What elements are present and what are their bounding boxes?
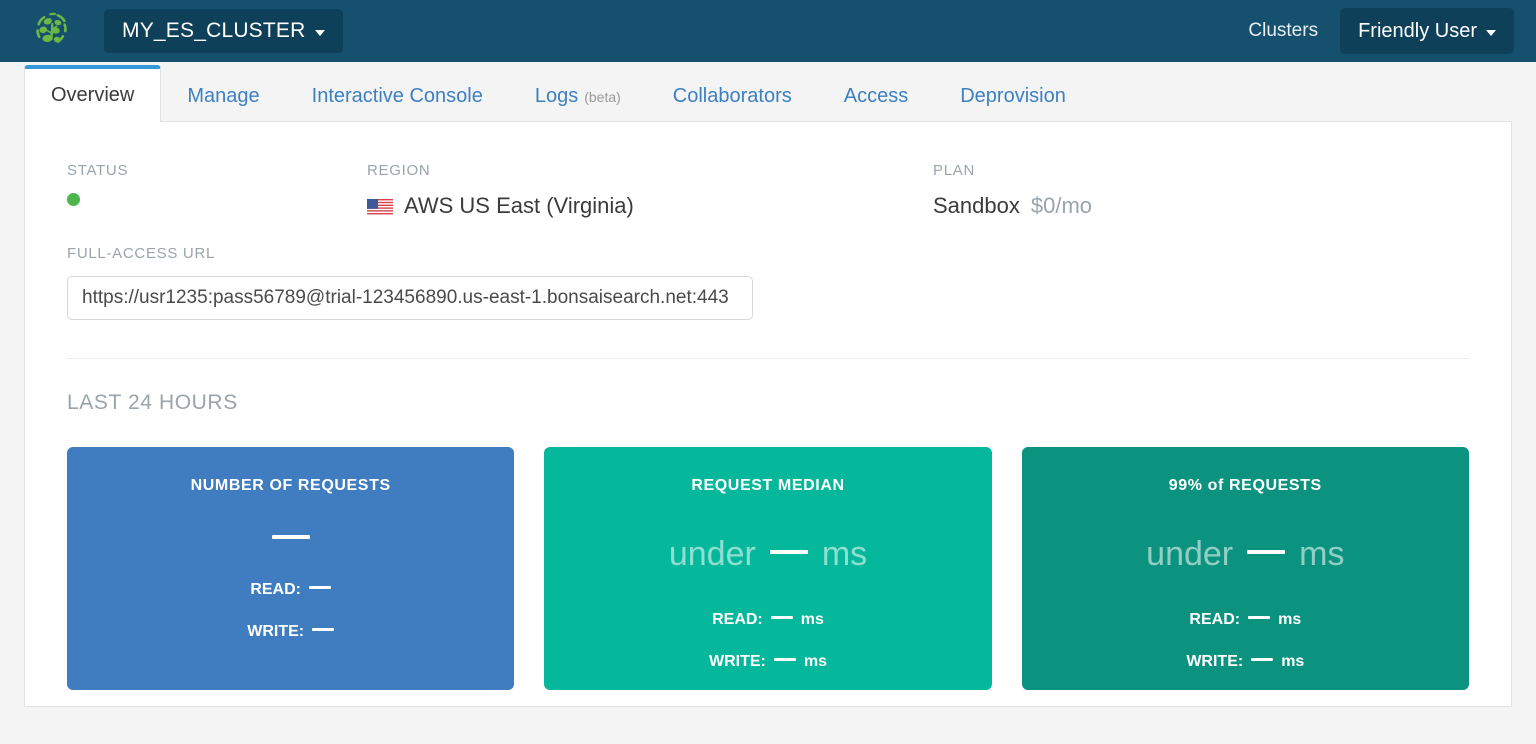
card-read-value-dash xyxy=(771,616,793,619)
metric-card-request-median: REQUEST MEDIAN under ms READ: ms WRITE: … xyxy=(544,447,991,690)
tab-manage-label: Manage xyxy=(187,85,259,108)
tab-manage[interactable]: Manage xyxy=(161,70,285,122)
card-write-row: WRITE: xyxy=(67,623,514,641)
region-block: REGION xyxy=(367,162,933,219)
card-main-prefix: under xyxy=(1146,537,1233,571)
plan-label: PLAN xyxy=(933,162,1092,179)
tab-interactive-console-label: Interactive Console xyxy=(312,85,483,108)
tab-bar: Overview Manage Interactive Console Logs… xyxy=(0,62,1536,122)
cluster-selector-label: MY_ES_CLUSTER xyxy=(122,19,306,43)
card-title: 99% of REQUESTS xyxy=(1022,477,1469,495)
tab-collaborators-label: Collaborators xyxy=(673,85,792,108)
last-24-hours-label: LAST 24 HOURS xyxy=(67,391,1469,415)
card-write-label: WRITE: xyxy=(709,653,766,671)
tab-deprovision-label: Deprovision xyxy=(960,85,1066,108)
card-main-value-row: under ms xyxy=(544,537,991,571)
card-read-label: READ: xyxy=(712,611,763,629)
overview-panel: STATUS REGION xyxy=(24,121,1512,707)
card-write-row: WRITE: ms xyxy=(1022,653,1469,671)
card-read-unit: ms xyxy=(801,611,824,629)
tab-logs-label: Logs xyxy=(535,85,578,108)
card-read-label: READ: xyxy=(1189,611,1240,629)
green-status-dot-icon xyxy=(67,193,80,206)
tab-overview-label: Overview xyxy=(51,84,134,107)
status-block: STATUS xyxy=(67,162,367,206)
plan-block: PLAN Sandbox $0/mo xyxy=(933,162,1092,219)
card-read-value-dash xyxy=(1248,616,1270,619)
card-read-row: READ: xyxy=(67,581,514,599)
card-write-unit: ms xyxy=(1281,653,1304,671)
card-read-unit: ms xyxy=(1278,611,1301,629)
plan-price: $0/mo xyxy=(1031,193,1092,219)
card-read-label: READ: xyxy=(250,581,301,599)
us-flag-icon xyxy=(367,197,393,215)
cluster-selector-button[interactable]: MY_ES_CLUSTER xyxy=(104,9,343,53)
tab-collaborators[interactable]: Collaborators xyxy=(647,70,818,122)
card-title: NUMBER OF REQUESTS xyxy=(67,477,514,495)
tab-logs-beta-badge: (beta) xyxy=(584,89,621,105)
card-write-row: WRITE: ms xyxy=(544,653,991,671)
metric-cards-row: NUMBER OF REQUESTS READ: WRITE: REQUEST … xyxy=(67,447,1469,690)
region-value: AWS US East (Virginia) xyxy=(404,193,634,219)
tab-interactive-console[interactable]: Interactive Console xyxy=(286,70,509,122)
tab-access-label: Access xyxy=(844,85,908,108)
region-label: REGION xyxy=(367,162,933,179)
bonsai-logo[interactable] xyxy=(30,9,74,53)
card-read-row: READ: ms xyxy=(1022,611,1469,629)
metric-card-number-of-requests: NUMBER OF REQUESTS READ: WRITE: xyxy=(67,447,514,690)
card-main-prefix: under xyxy=(669,537,756,571)
card-write-unit: ms xyxy=(804,653,827,671)
card-write-label: WRITE: xyxy=(1186,653,1243,671)
card-read-value-dash xyxy=(309,586,331,589)
tab-logs[interactable]: Logs (beta) xyxy=(509,70,647,122)
cluster-meta-row: STATUS REGION xyxy=(67,162,1469,219)
user-menu-button[interactable]: Friendly User xyxy=(1340,8,1514,54)
plan-name: Sandbox xyxy=(933,193,1020,219)
card-title: REQUEST MEDIAN xyxy=(544,477,991,495)
page-body: Overview Manage Interactive Console Logs… xyxy=(0,62,1536,744)
full-access-url-input[interactable] xyxy=(67,276,753,320)
tab-deprovision[interactable]: Deprovision xyxy=(934,70,1092,122)
card-main-value-dash xyxy=(770,550,808,554)
card-main-value-dash xyxy=(272,535,310,539)
full-access-url-label: FULL-ACCESS URL xyxy=(67,245,1469,262)
status-label: STATUS xyxy=(67,162,367,179)
chevron-down-icon xyxy=(315,30,325,36)
section-divider xyxy=(67,358,1469,359)
metric-card-99-percent-of-requests: 99% of REQUESTS under ms READ: ms WRITE:… xyxy=(1022,447,1469,690)
tab-access[interactable]: Access xyxy=(818,70,934,122)
card-main-value-dash xyxy=(1247,550,1285,554)
nav-right-group: Clusters Friendly User xyxy=(1226,8,1514,54)
card-write-value-dash xyxy=(1251,658,1273,661)
plan-value-row: Sandbox $0/mo xyxy=(933,193,1092,219)
top-navigation-bar: MY_ES_CLUSTER Clusters Friendly User xyxy=(0,0,1536,62)
user-menu-label: Friendly User xyxy=(1358,20,1477,43)
chevron-down-icon xyxy=(1486,30,1496,36)
card-main-unit: ms xyxy=(822,537,867,571)
bonsai-tree-logo-icon xyxy=(31,10,73,52)
full-access-url-block: FULL-ACCESS URL xyxy=(67,245,1469,320)
card-main-unit: ms xyxy=(1299,537,1344,571)
card-write-value-dash xyxy=(774,658,796,661)
card-main-value-row xyxy=(67,537,514,541)
card-read-row: READ: ms xyxy=(544,611,991,629)
card-write-value-dash xyxy=(312,628,334,631)
nav-link-clusters[interactable]: Clusters xyxy=(1226,20,1340,42)
region-value-row: AWS US East (Virginia) xyxy=(367,193,933,219)
tab-overview[interactable]: Overview xyxy=(24,65,161,122)
card-write-label: WRITE: xyxy=(247,623,304,641)
card-main-value-row: under ms xyxy=(1022,537,1469,571)
